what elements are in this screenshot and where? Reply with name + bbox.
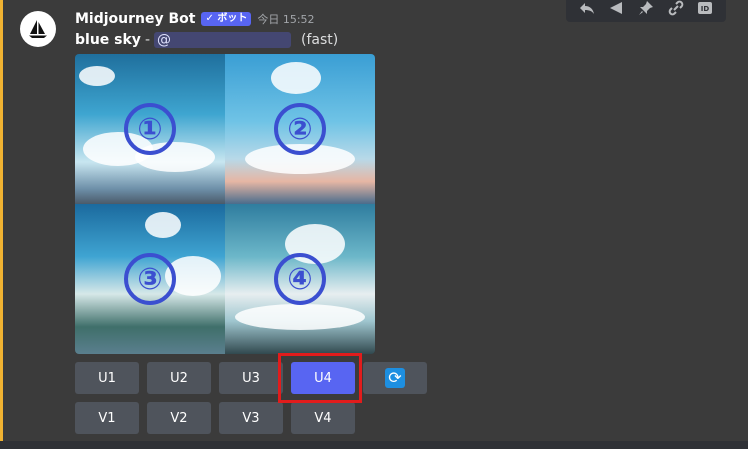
message-actions-toolbar: ID <box>566 0 726 22</box>
message-accent-bar <box>0 0 3 449</box>
grid-image-4[interactable]: ④ <box>225 204 375 354</box>
id-icon[interactable]: ID <box>696 0 714 17</box>
grid-label-3: ③ <box>124 253 176 305</box>
bottom-divider <box>0 441 748 449</box>
link-icon[interactable] <box>667 0 685 17</box>
grid-label-4: ④ <box>274 253 326 305</box>
image-grid[interactable]: ① ② ③ ④ <box>75 54 375 354</box>
upscale-button-1[interactable]: U1 <box>75 362 139 394</box>
upscale-button-4[interactable]: U4 <box>291 362 355 394</box>
timestamp: 今日 15:52 <box>257 13 315 26</box>
user-mention[interactable]: @ <box>154 32 291 48</box>
bot-badge: ✓ ボット <box>201 12 252 26</box>
upscale-button-2[interactable]: U2 <box>147 362 211 394</box>
grid-label-2: ② <box>274 103 326 155</box>
variation-button-1[interactable]: V1 <box>75 402 139 434</box>
message-header: Midjourney Bot ✓ ボット 今日 15:52 <box>75 10 315 28</box>
reply-icon[interactable] <box>578 0 596 17</box>
refresh-icon: ⟳ <box>385 368 405 388</box>
variation-button-3[interactable]: V3 <box>219 402 283 434</box>
thread-icon[interactable] <box>607 0 625 17</box>
grid-image-2[interactable]: ② <box>225 54 375 204</box>
sailboat-icon <box>29 20 47 38</box>
variation-button-2[interactable]: V2 <box>147 402 211 434</box>
prompt-separator: - <box>144 32 150 48</box>
svg-text:ID: ID <box>701 5 710 13</box>
mode-label: (fast) <box>301 32 339 48</box>
pin-icon[interactable] <box>637 0 655 17</box>
prompt-text: blue sky <box>75 32 141 48</box>
grid-label-1: ① <box>124 103 176 155</box>
username[interactable]: Midjourney Bot <box>75 11 195 27</box>
avatar[interactable] <box>20 11 56 47</box>
reroll-button[interactable]: ⟳ <box>363 362 427 394</box>
grid-image-1[interactable]: ① <box>75 54 225 204</box>
grid-image-3[interactable]: ③ <box>75 204 225 354</box>
prompt-line: blue sky - @ (fast) <box>75 32 338 48</box>
upscale-button-3[interactable]: U3 <box>219 362 283 394</box>
variation-button-4[interactable]: V4 <box>291 402 355 434</box>
